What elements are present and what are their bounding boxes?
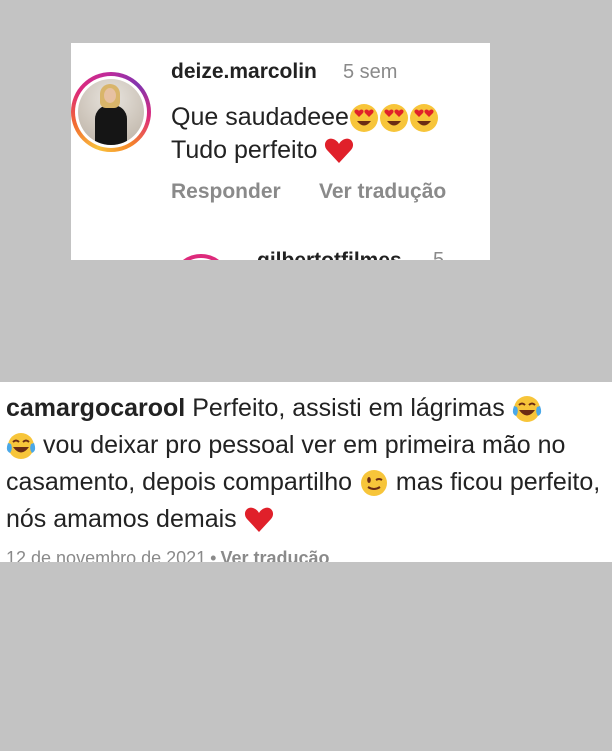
avatar-photo	[78, 79, 144, 145]
caption-meta: 12 de novembro de 2021 • Ver tradução	[6, 548, 330, 562]
meta-separator: •	[210, 548, 217, 562]
comment-timestamp: 5 sem	[343, 61, 398, 83]
next-comment-timestamp: 5	[433, 249, 445, 260]
red-heart-emoji	[244, 508, 273, 533]
see-translation-button[interactable]: Ver tradução	[319, 180, 446, 204]
avatar[interactable]	[71, 72, 151, 152]
heart-eyes-emoji	[409, 104, 438, 133]
heart-eyes-emoji	[349, 104, 378, 133]
caption-date: 12 de novembro de 2021	[6, 548, 207, 562]
caption-card: camargocarool Perfeito, assisti em lágri…	[0, 382, 612, 562]
comment-card: deize.marcolin 5 sem Que saudadeee Tudo …	[71, 43, 490, 260]
winking-face-emoji	[360, 470, 387, 497]
next-comment-avatar[interactable]	[171, 254, 231, 260]
comment-text: Que saudadeee Tudo perfeito	[171, 101, 439, 167]
caption-username[interactable]: camargocarool	[6, 394, 185, 422]
reply-button[interactable]: Responder	[171, 180, 281, 204]
caption-see-translation-button[interactable]: Ver tradução	[220, 548, 329, 562]
heart-eyes-emoji	[379, 104, 408, 133]
comment-line-2: Tudo perfeito	[171, 136, 318, 164]
caption-text-part-1: Perfeito, assisti em lágrimas	[185, 394, 512, 422]
next-comment-username[interactable]: gilbertotfilmes	[257, 249, 402, 260]
red-heart-emoji	[325, 139, 354, 164]
tears-of-joy-emoji	[512, 396, 541, 423]
tears-of-joy-emoji	[6, 433, 36, 460]
comment-line-1: Que saudadeee	[171, 103, 349, 131]
comment-username[interactable]: deize.marcolin	[171, 60, 317, 84]
caption-text: camargocarool Perfeito, assisti em lágri…	[6, 390, 610, 538]
